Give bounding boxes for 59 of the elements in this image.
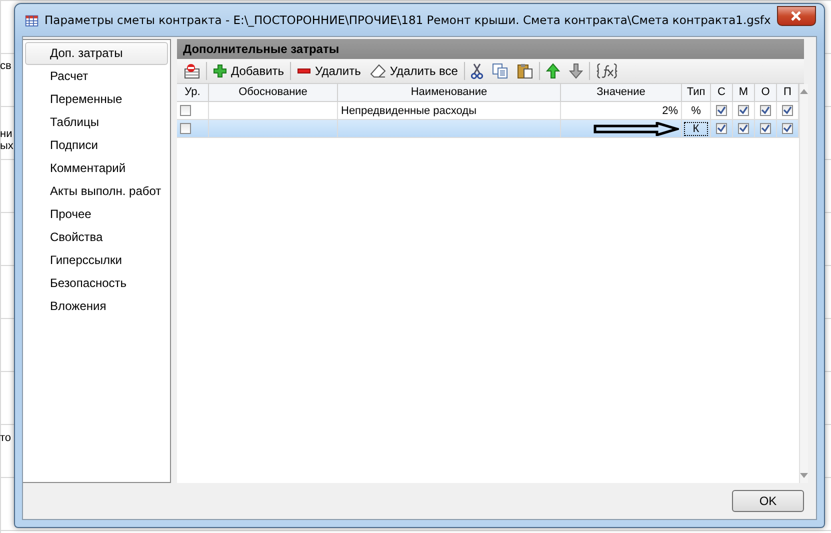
column-header[interactable]: Значение	[561, 84, 682, 102]
scroll-down-icon	[800, 473, 808, 478]
cell-text: ых	[0, 140, 14, 152]
cell-text: %	[690, 104, 702, 118]
column-header[interactable]: М	[733, 84, 755, 102]
checkbox[interactable]	[782, 105, 793, 116]
sidebar-item[interactable]: Свойства	[25, 226, 168, 249]
toolbar-button[interactable]: Добавить	[210, 60, 288, 82]
copy-icon	[492, 63, 508, 79]
sidebar-item[interactable]: Таблицы	[25, 111, 168, 134]
checkbox[interactable]	[738, 123, 749, 134]
scroll-up-icon	[800, 89, 808, 94]
sidebar-item[interactable]: Расчет	[25, 65, 168, 88]
checkbox[interactable]	[760, 105, 771, 116]
cell-text: то	[0, 432, 12, 444]
window-title: Параметры сметы контракта - E:\_ПОСТОРОННИЕ\ПРОЧИЕ\181 Ремонт крыши. Смета контракта\Смета контракта1.gsfx	[44, 13, 771, 27]
column-header[interactable]: Тип	[682, 84, 711, 102]
toolbar-button[interactable]: Удалить все	[366, 60, 461, 82]
checkbox[interactable]	[782, 123, 793, 134]
up-arrow-icon	[546, 63, 560, 79]
sidebar-item[interactable]: Доп. затраты	[25, 42, 168, 65]
cell-text: св	[0, 60, 12, 72]
scissors-icon	[470, 63, 483, 79]
eraser-icon	[370, 64, 386, 78]
checkbox[interactable]	[180, 105, 191, 116]
table-icon	[184, 63, 200, 79]
sidebar-item[interactable]: Акты выполн. работ	[25, 180, 168, 203]
toolbar-button[interactable]: Удалить	[294, 60, 364, 82]
column-header[interactable]: Ур.	[177, 84, 209, 102]
column-header[interactable]: Наименование	[338, 84, 561, 102]
plus-icon	[213, 64, 227, 78]
column-header[interactable]: О	[755, 84, 777, 102]
sidebar-item[interactable]: Безопасность	[25, 272, 168, 295]
ok-button[interactable]: OK	[732, 490, 804, 512]
close-icon	[790, 11, 802, 21]
column-header[interactable]: Обоснование	[209, 84, 338, 102]
scrollbar[interactable]	[799, 84, 808, 483]
function-icon	[596, 63, 618, 79]
sidebar-item[interactable]: Вложения	[25, 295, 168, 318]
column-header[interactable]: С	[711, 84, 733, 102]
checkbox[interactable]	[180, 123, 191, 134]
checkbox[interactable]	[738, 105, 749, 116]
down-arrow-icon	[568, 63, 583, 79]
cell-text: 2%	[662, 104, 678, 116]
checkbox[interactable]	[716, 123, 727, 134]
cell-text: К	[684, 122, 708, 136]
close-button[interactable]	[776, 6, 816, 26]
cell-text: ни	[0, 128, 12, 140]
paste-icon	[516, 63, 533, 79]
sidebar-item[interactable]: Гиперссылки	[25, 249, 168, 272]
checkbox[interactable]	[716, 105, 727, 116]
sidebar-item[interactable]: Подписи	[25, 134, 168, 157]
sidebar-item[interactable]: Прочее	[25, 203, 168, 226]
sidebar-item[interactable]: Переменные	[25, 88, 168, 111]
panel-title: Дополнительные затраты	[177, 39, 804, 59]
checkbox[interactable]	[760, 123, 771, 134]
minus-icon	[297, 68, 312, 74]
sidebar-item[interactable]: Комментарий	[25, 157, 168, 180]
column-header[interactable]: П	[777, 84, 799, 102]
